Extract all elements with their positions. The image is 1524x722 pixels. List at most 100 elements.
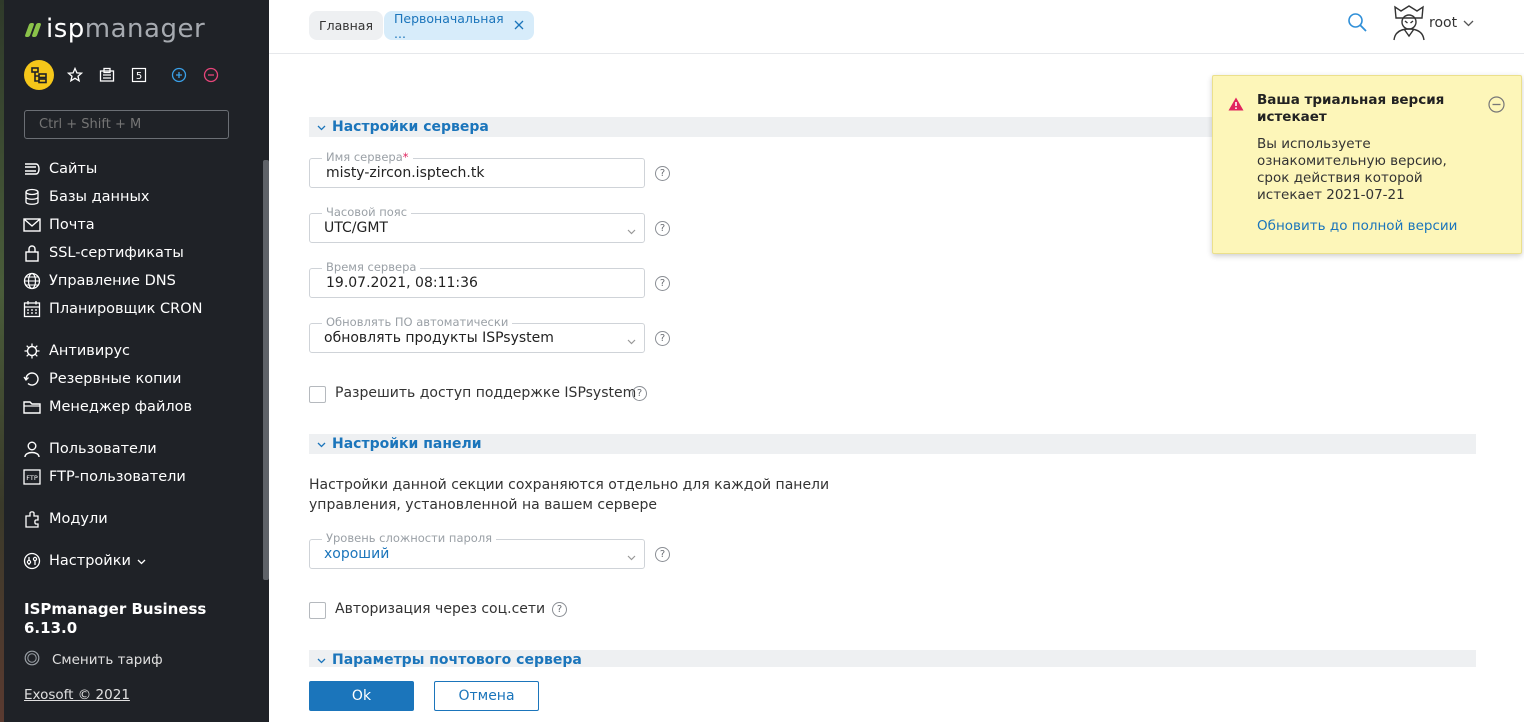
sidebar-item-databases[interactable]: Базы данных [22,186,150,208]
sidebar-item-dns[interactable]: Управление DNS [22,270,176,292]
database-icon [22,187,42,207]
section-panel-settings[interactable]: Настройки панели [309,434,1476,454]
section-title: Настройки сервера [332,119,489,135]
sites-icon [22,159,42,179]
chevron-down-icon [627,333,636,349]
sidebar-item-antivirus[interactable]: Антивирус [22,340,130,362]
notification-text: Вы используете ознакомительную версию, с… [1257,136,1447,203]
logo[interactable]: isp manager [24,14,205,44]
sidebar-item-label: FTP-пользователи [49,469,186,485]
sidebar-item-ssl[interactable]: SSL-сертификаты [22,242,184,264]
form-footer: Ok Отмена [269,667,1524,722]
sidebar-item-settings[interactable]: Настройки [22,550,146,572]
clipboard-icon[interactable] [96,64,118,86]
sidebar-item-sites[interactable]: Сайты [22,158,97,180]
quick-actions: 5 [24,60,232,90]
close-icon[interactable] [514,18,524,33]
sidebar-item-label: Модули [49,511,108,527]
help-icon[interactable]: ? [655,221,670,236]
backup-icon [22,369,42,389]
change-tariff-link[interactable]: Сменить тариф [24,650,163,670]
sidebar-item-label: Управление DNS [49,273,176,289]
modules-icon [22,509,42,529]
chevron-down-icon [627,549,636,565]
sidebar-item-label: Планировщик CRON [49,301,203,317]
field-value: misty-zircon.isptech.tk [326,165,485,181]
folder-icon [22,397,42,417]
sidebar-item-label: Сайты [49,161,98,177]
sidebar-item-label: Резервные копии [49,371,182,387]
sidebar-item-backups[interactable]: Резервные копии [22,368,181,390]
svg-text:5: 5 [136,71,142,82]
tree-icon[interactable] [24,60,54,90]
field-value: обновлять продукты ISPsystem [324,330,554,346]
chevron-down-icon [317,652,326,667]
section-title: Настройки панели [332,436,482,452]
sidebar-item-modules[interactable]: Модули [22,508,108,530]
ok-button[interactable]: Ok [309,681,414,711]
field-label: Часовой пояс [322,205,412,219]
social-auth-checkbox[interactable] [309,602,326,619]
help-icon[interactable]: ? [655,331,670,346]
settings-icon [22,551,42,571]
sidebar-item-mail[interactable]: Почта [22,214,95,236]
server-name-field[interactable]: Имя сервера* misty-zircon.isptech.tk [309,150,645,188]
upgrade-link[interactable]: Обновить до полной версии [1257,218,1457,234]
cancel-button[interactable]: Отмена [434,681,539,711]
sidebar-item-file-manager[interactable]: Менеджер файлов [22,396,192,418]
copyright-link[interactable]: Exosoft © 2021 [24,687,130,703]
field-value: 19.07.2021, 08:11:36 [326,275,478,291]
avatar[interactable] [1392,5,1426,45]
dismiss-icon[interactable] [1488,96,1505,117]
breadcrumb-current-tab[interactable]: Первоначальная ... [384,11,534,41]
chevron-down-icon [1463,15,1474,31]
help-icon[interactable]: ? [655,276,670,291]
auto-update-select[interactable]: Обновлять ПО автоматически обновлять про… [309,315,645,353]
section-mail-server[interactable]: Параметры почтового сервера [309,650,1476,667]
chevron-down-icon [317,436,326,452]
star-icon[interactable] [64,64,86,86]
mail-icon [22,215,42,235]
panel-settings-note: Настройки данной секции сохраняются отде… [309,477,830,513]
coin-icon [24,650,40,670]
badge-icon[interactable]: 5 [128,64,150,86]
logo-manager: manager [84,14,206,44]
field-value: UTC/GMT [324,220,388,236]
field-label: Обновлять ПО автоматически [322,315,513,329]
support-access-checkbox[interactable] [309,386,326,403]
sidebar-item-label: Почта [49,217,95,233]
timezone-select[interactable]: Часовой пояс UTC/GMT [309,205,645,243]
sidebar-item-ftp-users[interactable]: FTP FTP-пользователи [22,466,186,488]
logo-mark-icon [24,22,42,36]
field-label: Время сервера [322,260,421,274]
menu-search-input[interactable] [24,110,229,139]
user-icon [22,439,42,459]
chevron-down-icon [317,119,326,135]
search-icon[interactable] [1347,12,1368,37]
help-icon[interactable]: ? [552,602,567,617]
field-label: Уровень сложности пароля [322,531,497,545]
svg-text:FTP: FTP [26,474,38,482]
help-icon[interactable]: ? [655,547,670,562]
logo-isp: isp [46,14,85,44]
help-icon[interactable]: ? [632,386,647,401]
social-auth-label: Авторизация через соц.сети [335,601,546,617]
breadcrumb-home[interactable]: Главная [309,11,383,40]
user-name: root [1429,15,1458,31]
minus-circle-icon[interactable] [200,64,222,86]
sidebar-item-label: Пользователи [49,441,157,457]
top-bar: Главная Первоначальная ... root [269,0,1524,54]
antivirus-icon [22,341,42,361]
password-level-select[interactable]: Уровень сложности пароля хороший [309,531,645,569]
chevron-down-icon [137,553,146,569]
user-menu[interactable]: root [1429,15,1474,31]
plus-circle-icon[interactable] [168,64,190,86]
sidebar-item-users[interactable]: Пользователи [22,438,157,460]
trial-notification: Ваша триальная версия истекает Вы исполь… [1212,75,1522,254]
sidebar-item-label: Базы данных [49,189,150,205]
sidebar-item-cron[interactable]: Планировщик CRON [22,298,203,320]
help-icon[interactable]: ? [655,166,670,181]
dns-icon [22,271,42,291]
field-value: хороший [324,546,390,562]
server-time-field[interactable]: Время сервера 19.07.2021, 08:11:36 [309,260,645,298]
